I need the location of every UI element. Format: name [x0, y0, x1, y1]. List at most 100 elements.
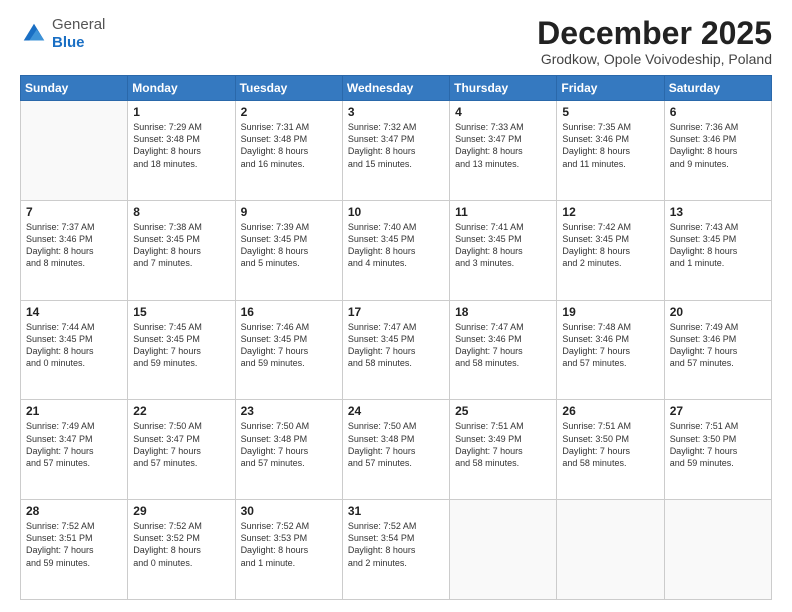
day-number: 23: [241, 404, 337, 418]
calendar-header-sunday: Sunday: [21, 76, 128, 101]
day-info: Sunrise: 7:38 AM Sunset: 3:45 PM Dayligh…: [133, 221, 229, 270]
calendar-cell: 8 Sunrise: 7:38 AM Sunset: 3:45 PM Daylig…: [128, 200, 235, 300]
calendar-cell: 1 Sunrise: 7:29 AM Sunset: 3:48 PM Daylig…: [128, 101, 235, 201]
day-number: 27: [670, 404, 766, 418]
calendar-cell: 2 Sunrise: 7:31 AM Sunset: 3:48 PM Daylig…: [235, 101, 342, 201]
calendar-cell: 24Sunrise: 7:50 AM Sunset: 3:48 PM Dayli…: [342, 400, 449, 500]
calendar-cell: 27 Sunrise: 7:51 AM Sunset: 3:50 PM Dayli…: [664, 400, 771, 500]
calendar-week-2: 14 Sunrise: 7:44 AM Sunset: 3:45 PM Dayli…: [21, 300, 772, 400]
day-info: Sunrise: 7:52 AM Sunset: 3:53 PM Dayligh…: [241, 520, 337, 569]
day-info: Sunrise: 7:49 AM Sunset: 3:46 PM Dayligh…: [670, 321, 766, 370]
day-info: Sunrise: 7:40 AM Sunset: 3:45 PM Dayligh…: [348, 221, 444, 270]
calendar-cell: [664, 500, 771, 600]
calendar-cell: 31Sunrise: 7:52 AM Sunset: 3:54 PM Dayli…: [342, 500, 449, 600]
day-number: 19: [562, 305, 658, 319]
day-info: Sunrise: 7:51 AM Sunset: 3:50 PM Dayligh…: [562, 420, 658, 469]
calendar-cell: [557, 500, 664, 600]
day-info: Sunrise: 7:41 AM Sunset: 3:45 PM Dayligh…: [455, 221, 551, 270]
day-number: 10: [348, 205, 444, 219]
calendar-week-4: 28 Sunrise: 7:52 AM Sunset: 3:51 PM Dayli…: [21, 500, 772, 600]
header: General Blue December 2025 Grodkow, Opol…: [20, 16, 772, 67]
calendar-cell: 9Sunrise: 7:39 AM Sunset: 3:45 PM Daylig…: [235, 200, 342, 300]
day-number: 25: [455, 404, 551, 418]
day-number: 12: [562, 205, 658, 219]
calendar-cell: 3Sunrise: 7:32 AM Sunset: 3:47 PM Daylig…: [342, 101, 449, 201]
day-info: Sunrise: 7:47 AM Sunset: 3:46 PM Dayligh…: [455, 321, 551, 370]
day-info: Sunrise: 7:36 AM Sunset: 3:46 PM Dayligh…: [670, 121, 766, 170]
calendar-cell: [21, 101, 128, 201]
day-info: Sunrise: 7:52 AM Sunset: 3:52 PM Dayligh…: [133, 520, 229, 569]
calendar-cell: [450, 500, 557, 600]
day-number: 29: [133, 504, 229, 518]
calendar-header-row: SundayMondayTuesdayWednesdayThursdayFrid…: [21, 76, 772, 101]
day-number: 2: [241, 105, 337, 119]
day-info: Sunrise: 7:46 AM Sunset: 3:45 PM Dayligh…: [241, 321, 337, 370]
calendar-cell: 5 Sunrise: 7:35 AM Sunset: 3:46 PM Daylig…: [557, 101, 664, 201]
logo-blue-text: Blue: [52, 34, 85, 51]
calendar-header-friday: Friday: [557, 76, 664, 101]
day-info: Sunrise: 7:31 AM Sunset: 3:48 PM Dayligh…: [241, 121, 337, 170]
day-info: Sunrise: 7:45 AM Sunset: 3:45 PM Dayligh…: [133, 321, 229, 370]
day-info: Sunrise: 7:44 AM Sunset: 3:45 PM Dayligh…: [26, 321, 122, 370]
day-info: Sunrise: 7:43 AM Sunset: 3:45 PM Dayligh…: [670, 221, 766, 270]
day-number: 11: [455, 205, 551, 219]
calendar-header-wednesday: Wednesday: [342, 76, 449, 101]
day-info: Sunrise: 7:51 AM Sunset: 3:49 PM Dayligh…: [455, 420, 551, 469]
calendar-cell: 19 Sunrise: 7:48 AM Sunset: 3:46 PM Dayli…: [557, 300, 664, 400]
calendar-header-tuesday: Tuesday: [235, 76, 342, 101]
day-info: Sunrise: 7:52 AM Sunset: 3:51 PM Dayligh…: [26, 520, 122, 569]
logo: General Blue: [20, 16, 105, 52]
day-info: Sunrise: 7:48 AM Sunset: 3:46 PM Dayligh…: [562, 321, 658, 370]
day-number: 22: [133, 404, 229, 418]
day-number: 31: [348, 504, 444, 518]
day-info: Sunrise: 7:47 AM Sunset: 3:45 PM Dayligh…: [348, 321, 444, 370]
calendar: SundayMondayTuesdayWednesdayThursdayFrid…: [20, 75, 772, 600]
day-number: 15: [133, 305, 229, 319]
calendar-cell: 22Sunrise: 7:50 AM Sunset: 3:47 PM Dayli…: [128, 400, 235, 500]
day-number: 30: [241, 504, 337, 518]
day-number: 16: [241, 305, 337, 319]
calendar-cell: 10 Sunrise: 7:40 AM Sunset: 3:45 PM Dayli…: [342, 200, 449, 300]
logo-general-text: General: [52, 16, 105, 33]
day-info: Sunrise: 7:50 AM Sunset: 3:48 PM Dayligh…: [241, 420, 337, 469]
calendar-cell: 11 Sunrise: 7:41 AM Sunset: 3:45 PM Dayli…: [450, 200, 557, 300]
day-info: Sunrise: 7:37 AM Sunset: 3:46 PM Dayligh…: [26, 221, 122, 270]
calendar-cell: 6Sunrise: 7:36 AM Sunset: 3:46 PM Daylig…: [664, 101, 771, 201]
day-number: 13: [670, 205, 766, 219]
day-number: 17: [348, 305, 444, 319]
day-info: Sunrise: 7:49 AM Sunset: 3:47 PM Dayligh…: [26, 420, 122, 469]
day-info: Sunrise: 7:39 AM Sunset: 3:45 PM Dayligh…: [241, 221, 337, 270]
calendar-cell: 25 Sunrise: 7:51 AM Sunset: 3:49 PM Dayli…: [450, 400, 557, 500]
month-title: December 2025: [537, 16, 772, 51]
day-number: 3: [348, 105, 444, 119]
day-number: 8: [133, 205, 229, 219]
logo-icon: [20, 20, 48, 48]
day-number: 1: [133, 105, 229, 119]
day-info: Sunrise: 7:51 AM Sunset: 3:50 PM Dayligh…: [670, 420, 766, 469]
calendar-cell: 15 Sunrise: 7:45 AM Sunset: 3:45 PM Dayli…: [128, 300, 235, 400]
day-info: Sunrise: 7:42 AM Sunset: 3:45 PM Dayligh…: [562, 221, 658, 270]
day-number: 26: [562, 404, 658, 418]
day-number: 21: [26, 404, 122, 418]
calendar-header-thursday: Thursday: [450, 76, 557, 101]
day-info: Sunrise: 7:35 AM Sunset: 3:46 PM Dayligh…: [562, 121, 658, 170]
day-number: 28: [26, 504, 122, 518]
day-number: 14: [26, 305, 122, 319]
calendar-cell: 30 Sunrise: 7:52 AM Sunset: 3:53 PM Dayli…: [235, 500, 342, 600]
day-number: 7: [26, 205, 122, 219]
day-number: 5: [562, 105, 658, 119]
day-number: 18: [455, 305, 551, 319]
calendar-cell: 16 Sunrise: 7:46 AM Sunset: 3:45 PM Dayli…: [235, 300, 342, 400]
calendar-week-1: 7 Sunrise: 7:37 AM Sunset: 3:46 PM Daylig…: [21, 200, 772, 300]
day-info: Sunrise: 7:33 AM Sunset: 3:47 PM Dayligh…: [455, 121, 551, 170]
calendar-cell: 14 Sunrise: 7:44 AM Sunset: 3:45 PM Dayli…: [21, 300, 128, 400]
calendar-week-0: 1 Sunrise: 7:29 AM Sunset: 3:48 PM Daylig…: [21, 101, 772, 201]
calendar-cell: 13 Sunrise: 7:43 AM Sunset: 3:45 PM Dayli…: [664, 200, 771, 300]
location: Grodkow, Opole Voivodeship, Poland: [537, 51, 772, 67]
calendar-cell: 4Sunrise: 7:33 AM Sunset: 3:47 PM Daylig…: [450, 101, 557, 201]
day-info: Sunrise: 7:29 AM Sunset: 3:48 PM Dayligh…: [133, 121, 229, 170]
day-number: 20: [670, 305, 766, 319]
calendar-cell: 18 Sunrise: 7:47 AM Sunset: 3:46 PM Dayli…: [450, 300, 557, 400]
page: General Blue December 2025 Grodkow, Opol…: [0, 0, 792, 612]
title-block: December 2025 Grodkow, Opole Voivodeship…: [537, 16, 772, 67]
